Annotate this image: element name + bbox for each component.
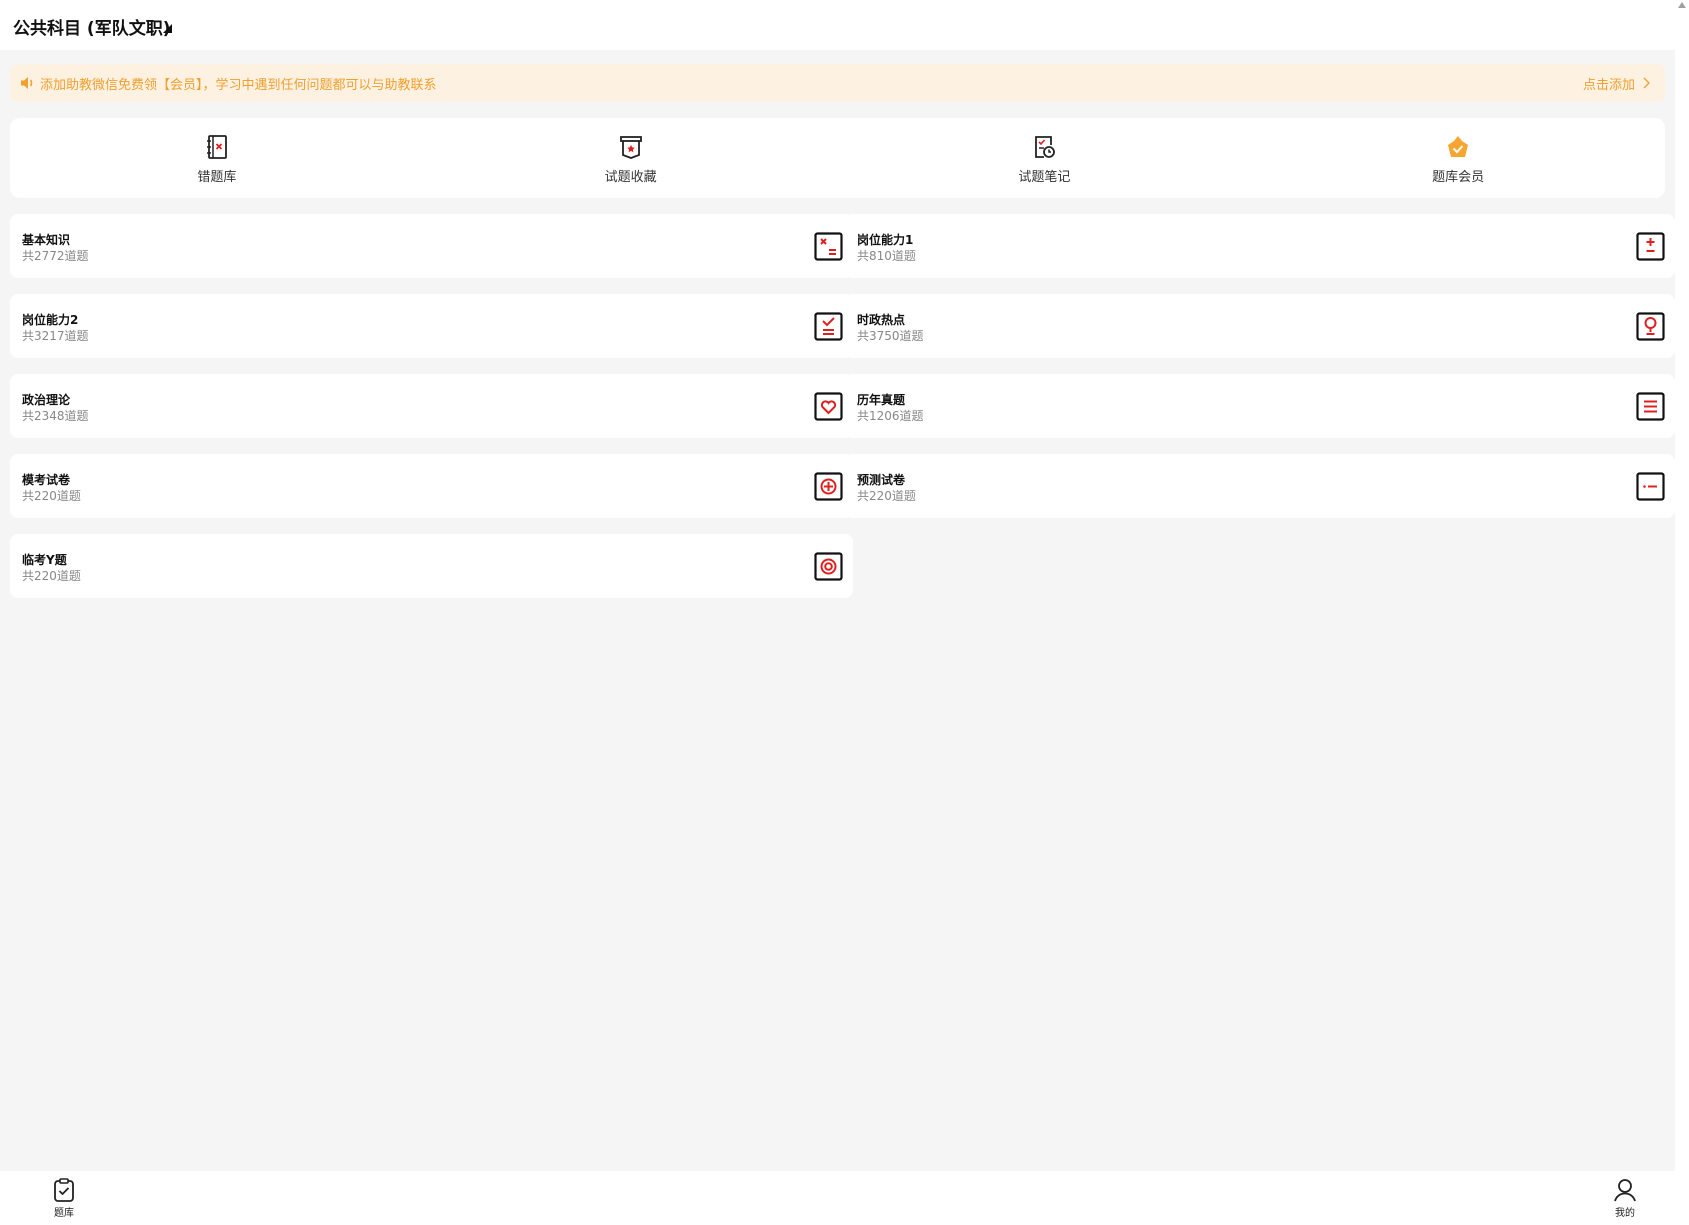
category-card-post-ability-2[interactable]: 岗位能力2 共3217道题 xyxy=(10,294,853,358)
category-card-mock-exams[interactable]: 模考试卷 共220道题 xyxy=(10,454,853,518)
subject-selector[interactable]: 公共科目 (军队文职) xyxy=(13,14,170,39)
category-card-political-theory[interactable]: 政治理论 共2348道题 xyxy=(10,374,853,438)
dot-minus-icon xyxy=(1636,472,1665,501)
crown-icon xyxy=(1448,136,1469,157)
category-count: 共2772道题 xyxy=(22,249,89,263)
category-count: 共220道题 xyxy=(22,569,81,583)
category-count: 共220道题 xyxy=(857,489,916,503)
quick-favorites[interactable]: 试题收藏 xyxy=(424,118,838,198)
bookmark-star-icon xyxy=(619,136,642,159)
notebook-x-icon xyxy=(206,135,227,159)
category-title: 预测试卷 xyxy=(857,473,906,487)
clipboard-check-icon xyxy=(54,1178,74,1202)
chevron-right-icon[interactable] xyxy=(1639,76,1653,90)
category-count: 共810道题 xyxy=(857,249,916,263)
category-title: 临考Y题 xyxy=(22,553,67,567)
category-title: 政治理论 xyxy=(22,393,71,407)
quick-label: 试题收藏 xyxy=(604,170,657,185)
category-title: 岗位能力2 xyxy=(22,313,79,327)
circle-plus-icon xyxy=(814,472,843,501)
app-root: 公共科目 (军队文职) 添加助教微信免费领【会员】，学习中遇到任何问题都可以与助… xyxy=(0,0,1675,1225)
quick-notes[interactable]: 试题笔记 xyxy=(838,118,1252,198)
quick-wrong-questions[interactable]: 错题库 xyxy=(10,118,424,198)
tab-label: 题库 xyxy=(54,1208,74,1219)
category-title: 时政热点 xyxy=(857,313,906,327)
check-list-icon xyxy=(814,312,843,341)
category-card-basic-knowledge[interactable]: 基本知识 共2772道题 xyxy=(10,214,853,278)
header: 公共科目 (军队文职) xyxy=(0,0,1675,50)
quick-membership[interactable]: 题库会员 xyxy=(1251,118,1665,198)
tab-question-bank[interactable]: 题库 xyxy=(44,1177,84,1219)
category-card-predicted-exams[interactable]: 预测试卷 共220道题 xyxy=(845,454,1675,518)
scrollbar[interactable] xyxy=(1675,0,1689,1225)
speaker-icon xyxy=(21,77,33,89)
quick-label: 错题库 xyxy=(197,170,237,185)
category-title: 模考试卷 xyxy=(22,473,71,487)
heart-icon xyxy=(814,392,843,421)
category-card-past-exams[interactable]: 历年真题 共1206道题 xyxy=(845,374,1675,438)
category-card-final-questions[interactable]: 临考Y题 共220道题 xyxy=(10,534,853,598)
user-icon xyxy=(1614,1179,1636,1202)
category-count: 共2348道题 xyxy=(22,409,89,423)
category-card-post-ability-1[interactable]: 岗位能力1 共810道题 xyxy=(845,214,1675,278)
quick-label: 试题笔记 xyxy=(1018,170,1071,185)
calc-x-icon xyxy=(814,232,843,261)
category-count: 共220道题 xyxy=(22,489,81,503)
notice-add-link[interactable]: 点击添加 xyxy=(1583,74,1635,93)
bottom-tabbar: 题库 我的 xyxy=(0,1171,1675,1225)
quick-label: 题库会员 xyxy=(1432,170,1485,185)
category-title: 基本知识 xyxy=(22,233,71,247)
bulb-icon xyxy=(1636,312,1665,341)
category-title: 历年真题 xyxy=(857,393,906,407)
tab-label: 我的 xyxy=(1615,1208,1635,1219)
scroll-up-arrow-icon[interactable] xyxy=(1678,2,1686,8)
note-clock-icon xyxy=(1035,136,1056,158)
plus-minus-icon xyxy=(1636,232,1665,261)
quick-actions: 错题库 试题收藏 试题笔记 题库会员 xyxy=(10,118,1665,198)
list-icon xyxy=(1636,392,1665,421)
category-card-current-affairs[interactable]: 时政热点 共3750道题 xyxy=(845,294,1675,358)
notice-text: 添加助教微信免费领【会员】，学习中遇到任何问题都可以与助教联系 xyxy=(40,78,437,93)
category-count: 共1206道题 xyxy=(857,409,924,423)
category-count: 共3217道题 xyxy=(22,329,89,343)
tab-mine[interactable]: 我的 xyxy=(1605,1177,1645,1219)
category-count: 共3750道题 xyxy=(857,329,924,343)
caret-down-icon[interactable] xyxy=(163,24,172,33)
notice-banner[interactable]: 添加助教微信免费领【会员】，学习中遇到任何问题都可以与助教联系 点击添加 xyxy=(10,64,1665,102)
target-icon xyxy=(814,552,843,581)
category-title: 岗位能力1 xyxy=(857,233,914,247)
